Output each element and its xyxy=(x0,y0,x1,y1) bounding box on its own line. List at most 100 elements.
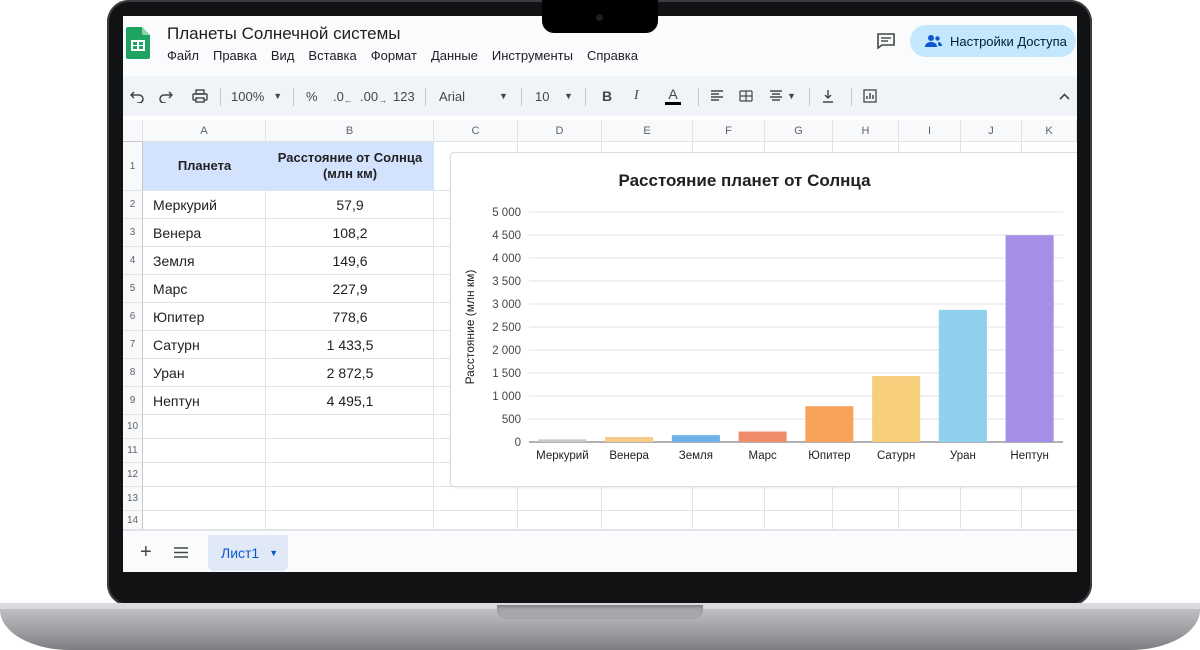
row-header[interactable]: 13 xyxy=(123,487,143,511)
font-select[interactable]: Arial ▼ xyxy=(439,76,511,116)
row-header[interactable]: 7 xyxy=(123,331,143,359)
cell-planet[interactable]: Уран xyxy=(143,359,266,386)
menu-format[interactable]: Формат xyxy=(371,48,417,63)
row-header[interactable]: 9 xyxy=(123,387,143,415)
bar[interactable] xyxy=(938,309,987,442)
chart[interactable]: Расстояние планет от Солнца Расстояние (м… xyxy=(450,152,1077,487)
cell-planet[interactable]: Нептун xyxy=(143,387,266,414)
zoom-select[interactable]: 100% ▼ xyxy=(231,76,282,116)
header-cell-planet[interactable]: Планета xyxy=(143,142,266,190)
add-sheet-icon[interactable]: + xyxy=(140,542,152,562)
column-header[interactable]: B xyxy=(266,120,434,142)
camera-notch xyxy=(542,0,658,33)
decrease-decimal-label: .0 xyxy=(333,88,344,104)
menu-tools[interactable]: Инструменты xyxy=(492,48,573,63)
row-header[interactable]: 12 xyxy=(123,463,143,487)
bar[interactable] xyxy=(1005,235,1054,442)
cell-planet[interactable]: Земля xyxy=(143,247,266,274)
cell-planet[interactable]: Сатурн xyxy=(143,331,266,358)
toolbar-divider xyxy=(293,88,294,106)
row-header[interactable]: 4 xyxy=(123,247,143,275)
cell-distance[interactable]: 778,6 xyxy=(266,303,434,330)
font-size-select[interactable]: 10 ▼ xyxy=(535,76,575,116)
cell-distance[interactable]: 57,9 xyxy=(266,191,434,218)
cell-planet[interactable]: Юпитер xyxy=(143,303,266,330)
cell-distance[interactable]: 227,9 xyxy=(266,275,434,302)
insert-chart-button[interactable] xyxy=(863,76,877,116)
column-header[interactable]: I xyxy=(899,120,961,142)
cell-distance[interactable]: 149,6 xyxy=(266,247,434,274)
menu-data[interactable]: Данные xyxy=(431,48,478,63)
cell-planet[interactable]: Марс xyxy=(143,275,266,302)
share-button[interactable]: Настройки Доступа xyxy=(910,25,1076,57)
column-header[interactable]: H xyxy=(833,120,899,142)
number-format-button[interactable]: 123 xyxy=(393,76,415,116)
bar[interactable] xyxy=(805,406,854,442)
font-size-value: 10 xyxy=(535,88,550,104)
menu-file[interactable]: Файл xyxy=(167,48,199,63)
y-tick-label: 2 500 xyxy=(492,322,521,334)
row-header[interactable]: 10 xyxy=(123,415,143,439)
row-header[interactable]: 1 xyxy=(123,142,143,191)
collapse-toolbar-button[interactable] xyxy=(1059,76,1070,116)
chevron-down-icon: ▼ xyxy=(787,91,796,101)
decrease-decimal-button[interactable]: .0 ← xyxy=(333,76,353,116)
cell-distance[interactable]: 2 872,5 xyxy=(266,359,434,386)
all-sheets-icon[interactable] xyxy=(174,547,188,558)
menu-help[interactable]: Справка xyxy=(587,48,638,63)
header-cell-distance[interactable]: Расстояние от Солнца (млн км) xyxy=(266,142,434,190)
column-header[interactable]: F xyxy=(693,120,765,142)
align-left-button[interactable] xyxy=(710,76,724,116)
column-header[interactable]: A xyxy=(143,120,266,142)
horizontal-align-button[interactable]: ▼ xyxy=(769,76,796,116)
vertical-align-button[interactable] xyxy=(822,76,834,116)
menu-insert[interactable]: Вставка xyxy=(308,48,356,63)
column-header[interactable]: K xyxy=(1022,120,1077,142)
menu-edit[interactable]: Правка xyxy=(213,48,257,63)
comments-icon[interactable] xyxy=(877,33,895,49)
align-center-icon xyxy=(770,90,782,101)
undo-button[interactable] xyxy=(130,76,144,116)
row-header[interactable]: 5 xyxy=(123,275,143,303)
bar[interactable] xyxy=(538,439,587,442)
increase-decimal-button[interactable]: .00 → xyxy=(360,76,387,116)
redo-button[interactable] xyxy=(159,76,173,116)
cell-planet[interactable]: Венера xyxy=(143,219,266,246)
row-header[interactable]: 14 xyxy=(123,511,143,530)
document-title[interactable]: Планеты Солнечной системы xyxy=(167,24,401,44)
text-color-button[interactable]: A xyxy=(665,76,681,116)
align-left-icon xyxy=(711,90,723,101)
bar[interactable] xyxy=(872,376,921,442)
merge-cells-button[interactable] xyxy=(739,76,753,116)
row-header[interactable]: 2 xyxy=(123,191,143,219)
column-header[interactable]: D xyxy=(518,120,602,142)
bar[interactable] xyxy=(738,431,787,442)
cell-distance[interactable]: 108,2 xyxy=(266,219,434,246)
y-tick-label: 1 000 xyxy=(492,391,521,403)
print-button[interactable] xyxy=(192,76,208,116)
bold-button[interactable]: B xyxy=(602,76,612,116)
sheets-logo-icon[interactable] xyxy=(126,27,150,59)
color-swatch xyxy=(665,101,681,105)
select-all-corner[interactable] xyxy=(123,120,143,142)
column-header[interactable]: G xyxy=(765,120,833,142)
bar[interactable] xyxy=(671,435,720,442)
italic-button[interactable]: I xyxy=(634,76,639,116)
menu-view[interactable]: Вид xyxy=(271,48,295,63)
column-header[interactable]: C xyxy=(434,120,518,142)
row-header[interactable]: 8 xyxy=(123,359,143,387)
cell-planet[interactable]: Меркурий xyxy=(143,191,266,218)
column-header[interactable]: E xyxy=(602,120,693,142)
bold-label: B xyxy=(602,88,613,104)
row-header[interactable]: 3 xyxy=(123,219,143,247)
redo-icon xyxy=(159,91,173,103)
bar[interactable] xyxy=(605,437,654,442)
cell-distance[interactable]: 4 495,1 xyxy=(266,387,434,414)
cell-distance[interactable]: 1 433,5 xyxy=(266,331,434,358)
column-header[interactable]: J xyxy=(961,120,1022,142)
percent-format-button[interactable]: % xyxy=(306,76,318,116)
row-header[interactable]: 11 xyxy=(123,439,143,463)
y-tick-label: 0 xyxy=(515,437,521,449)
row-header[interactable]: 6 xyxy=(123,303,143,331)
sheet-tab-1[interactable]: Лист1 ▼ xyxy=(208,535,288,571)
